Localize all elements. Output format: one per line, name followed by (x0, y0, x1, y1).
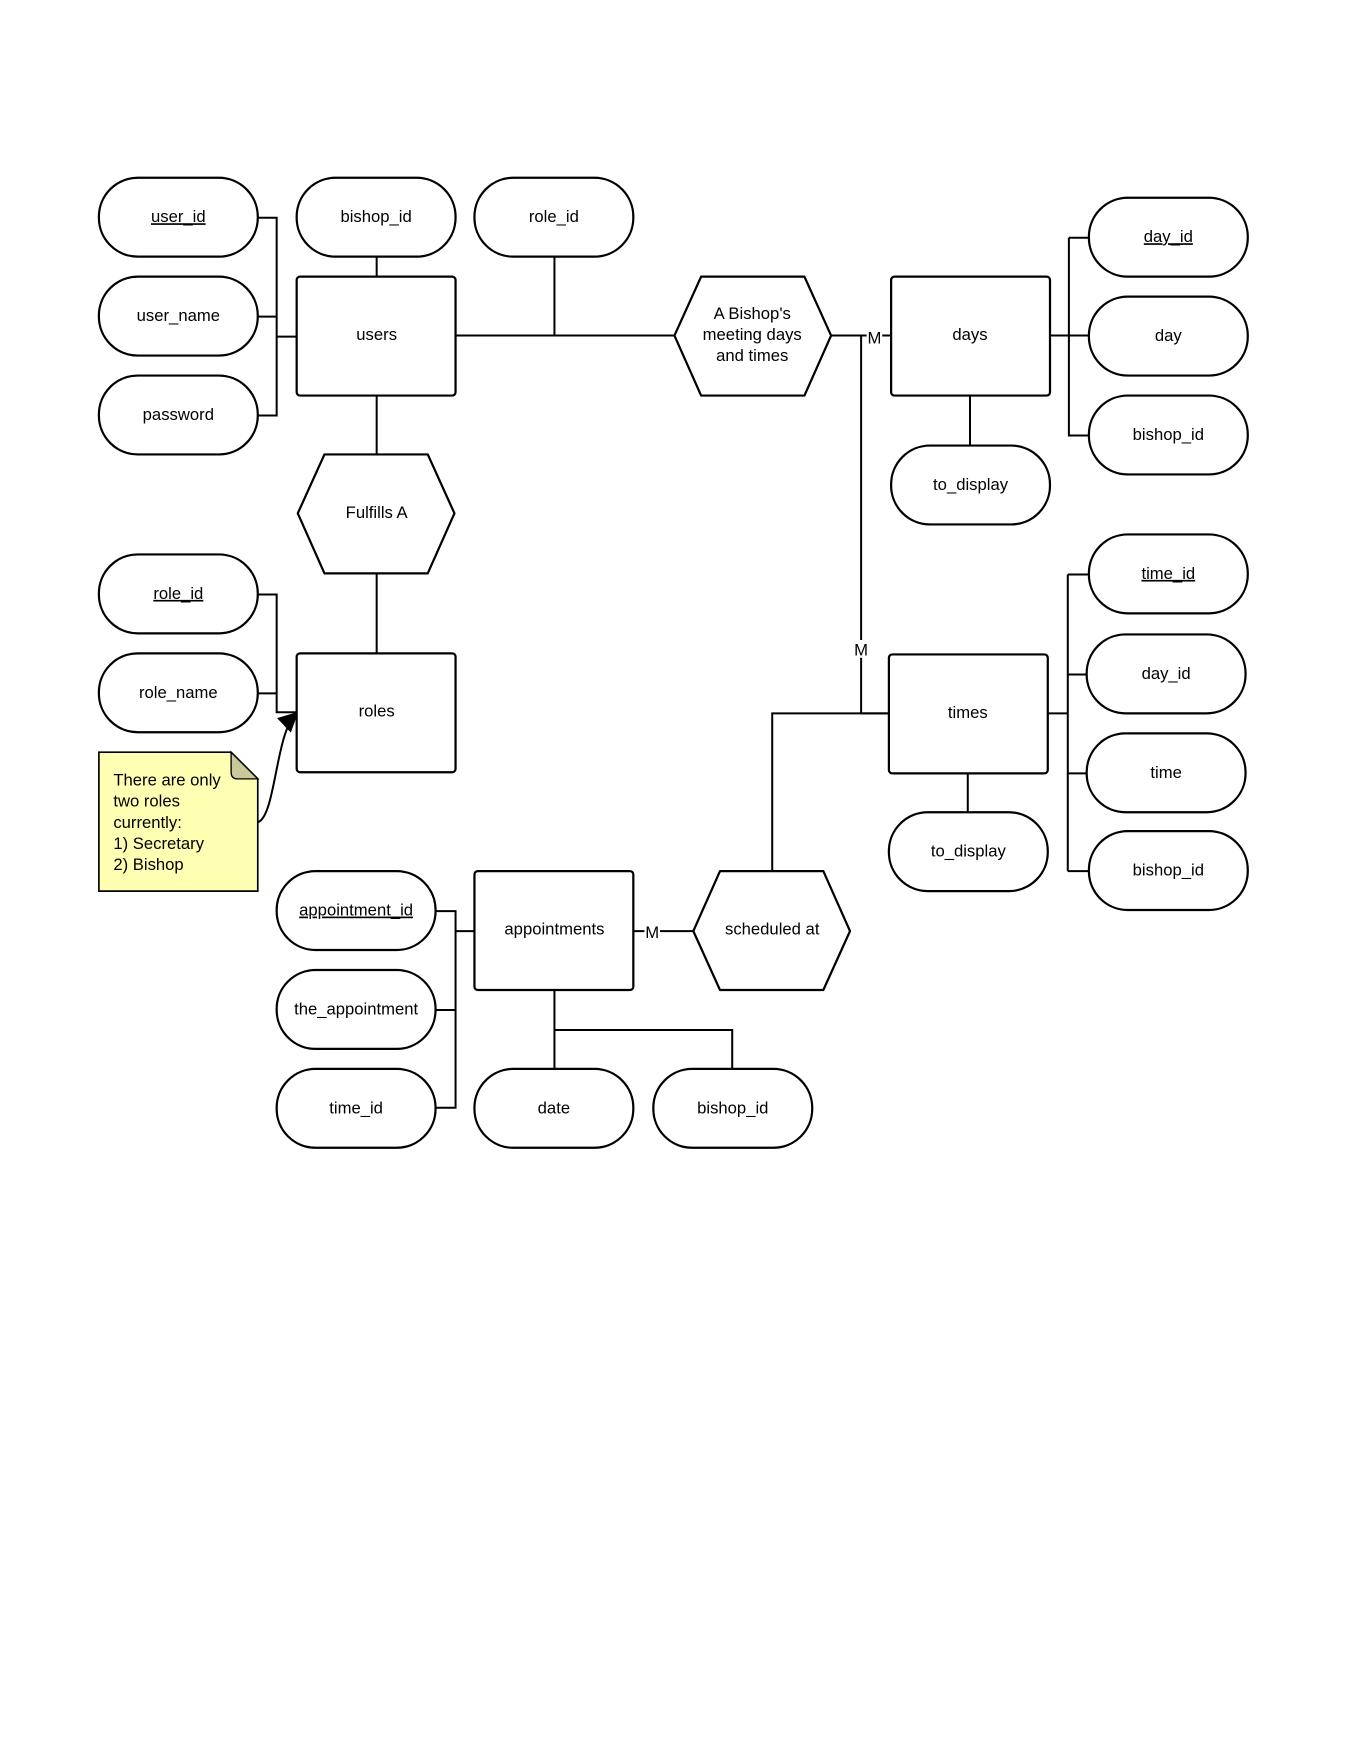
entity-label: days (952, 325, 987, 344)
appointments-date-link (553, 990, 734, 1069)
attribute-label: to_display (931, 842, 1007, 861)
entity-label: roles (359, 702, 395, 721)
attribute-times-day-id[interactable]: day_id (1085, 633, 1247, 715)
users-attr-bus (257, 216, 297, 417)
days-attr-bus (1050, 236, 1089, 437)
relationship-fulfills[interactable]: Fulfills A (296, 453, 456, 575)
note-line: 1) Secretary (113, 834, 204, 853)
attribute-label: appointment_id (299, 901, 413, 920)
note-line: There are only (113, 771, 221, 790)
attribute-users-user-name[interactable]: user_name (97, 275, 259, 357)
note-line: two roles (113, 792, 180, 811)
cardinality-appointments: M (645, 923, 659, 942)
relationship-label-line: meeting days (703, 325, 802, 344)
entity-label: users (356, 325, 397, 344)
entity-roles[interactable]: roles (295, 652, 457, 774)
entity-times[interactable]: times (887, 653, 1049, 775)
attribute-users-role-id[interactable]: role_id (473, 176, 635, 258)
note-line: currently: (113, 813, 182, 832)
attribute-label: bishop_id (1133, 425, 1204, 444)
attribute-label: bishop_id (1133, 861, 1204, 880)
attribute-users-password[interactable]: password (97, 374, 259, 456)
attribute-label: time_id (329, 1098, 383, 1117)
attribute-label: day_id (1142, 664, 1191, 683)
attribute-label: role_name (139, 683, 218, 702)
attribute-users-bishop-id[interactable]: bishop_id (295, 176, 457, 258)
attribute-times-time[interactable]: time (1085, 732, 1247, 814)
attribute-label: time (1150, 763, 1181, 782)
attribute-label: password (143, 405, 214, 424)
attribute-label: to_display (933, 475, 1009, 494)
entity-appointments[interactable]: appointments (473, 870, 635, 992)
appointments-attr-bus (435, 910, 475, 1109)
attribute-appointments-the-appointment[interactable]: the_appointment (275, 968, 437, 1050)
attribute-label: day (1155, 326, 1183, 345)
entity-days[interactable]: days (890, 275, 1052, 397)
attribute-label: role_id (153, 584, 203, 603)
attribute-appointments-bishop-id[interactable]: bishop_id (652, 1067, 814, 1149)
attribute-label: user_id (151, 207, 206, 226)
attribute-label: time_id (1141, 564, 1195, 583)
attribute-times-time-id[interactable]: time_id (1087, 533, 1249, 615)
attribute-days-day[interactable]: day (1087, 295, 1249, 377)
users-role-link (455, 256, 675, 337)
attribute-times-to-display[interactable]: to_display (887, 811, 1049, 893)
times-scheduled-link (771, 712, 889, 872)
attribute-appointments-appointment-id[interactable]: appointment_id (275, 870, 437, 952)
relationship-meeting[interactable]: A Bishop's meeting days and times (673, 275, 833, 397)
attribute-days-to-display[interactable]: to_display (890, 444, 1052, 526)
attribute-label: bishop_id (697, 1098, 768, 1117)
note-roles[interactable]: There are only two roles currently: 1) S… (98, 750, 260, 892)
attribute-appointments-time-id[interactable]: time_id (275, 1067, 437, 1149)
attributes: user_id user_name password bishop_id role_id… (97, 176, 1249, 1149)
attribute-days-bishop-id[interactable]: bishop_id (1087, 394, 1249, 476)
attribute-times-bishop-id[interactable]: bishop_id (1087, 830, 1249, 912)
attribute-roles-role-name[interactable]: role_name (97, 652, 259, 734)
times-attr-bus (1047, 573, 1089, 873)
relationship-label: scheduled at (725, 919, 820, 938)
attribute-appointments-date[interactable]: date (473, 1067, 635, 1149)
roles-attr-bus (257, 593, 297, 714)
relationship-label-line: A Bishop's (714, 304, 791, 323)
attribute-label: user_name (137, 306, 220, 325)
entity-label: times (948, 703, 988, 722)
cardinality-meeting-days: M (868, 328, 882, 347)
note-arrow (257, 711, 299, 824)
attribute-roles-role-id[interactable]: role_id (97, 553, 259, 635)
relationship-scheduled[interactable]: scheduled at (692, 870, 852, 992)
relationship-label-line: and times (716, 346, 788, 365)
cardinality-meeting-times: M (854, 641, 868, 660)
entity-users[interactable]: users (295, 275, 457, 397)
er-diagram: M M M users roles days times appointment… (97, 176, 1249, 1149)
attribute-label: bishop_id (340, 207, 411, 226)
cardinality-labels: M M M (644, 327, 883, 942)
attribute-label: role_id (529, 207, 579, 226)
attribute-label: date (538, 1098, 570, 1117)
attribute-label: the_appointment (294, 999, 418, 1018)
attribute-users-user-id[interactable]: user_id (97, 176, 259, 258)
relationship-label: Fulfills A (346, 503, 409, 522)
attribute-label: day_id (1144, 227, 1193, 246)
note-line: 2) Bishop (113, 855, 183, 874)
attribute-days-day-id[interactable]: day_id (1087, 196, 1249, 278)
entity-label: appointments (504, 919, 604, 938)
